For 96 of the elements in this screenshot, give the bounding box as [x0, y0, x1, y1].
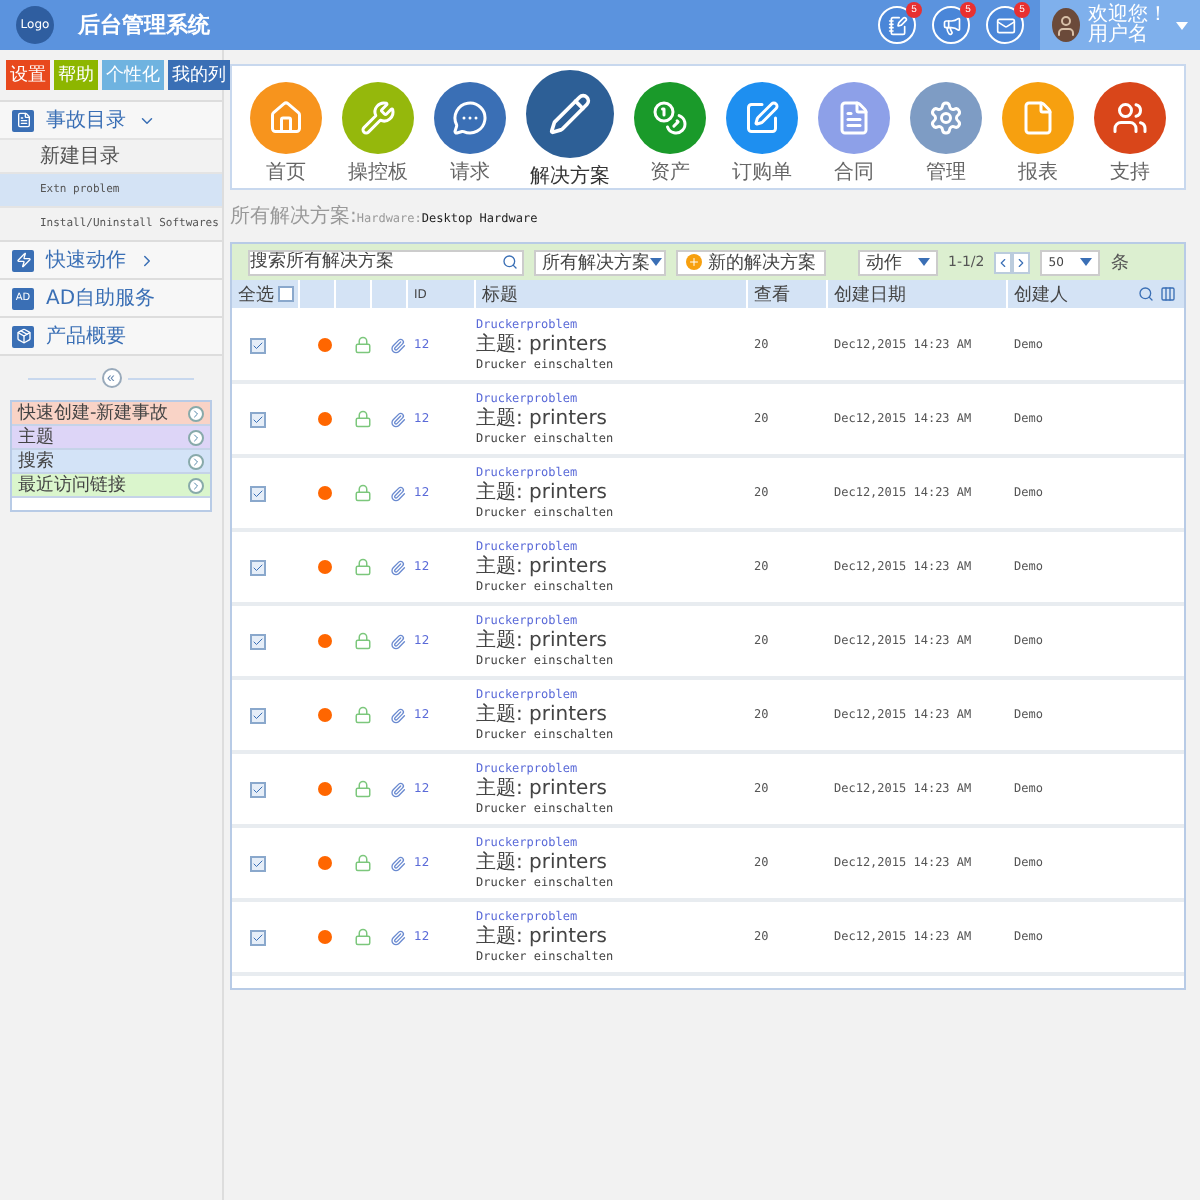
chat-icon[interactable]: [434, 82, 506, 154]
search-icon[interactable]: [502, 253, 518, 269]
row-checkbox[interactable]: [250, 855, 266, 871]
chevron-icon[interactable]: [138, 251, 156, 269]
row-checkbox[interactable]: [250, 337, 266, 353]
module-label[interactable]: 解决方案: [530, 162, 610, 190]
nav-item[interactable]: AD自助服务: [46, 284, 156, 312]
coins-icon[interactable]: [634, 82, 706, 154]
select-all-label: 全选: [238, 283, 274, 307]
columns-icon[interactable]: [1160, 286, 1176, 302]
module-label[interactable]: 订购单: [732, 158, 792, 186]
module-label[interactable]: 资产: [650, 158, 690, 186]
avatar[interactable]: [1052, 8, 1080, 42]
paperclip-icon: [390, 485, 406, 501]
paperclip-icon: [390, 633, 406, 649]
arrow-icon: [188, 405, 204, 421]
sidebar-button[interactable]: 我的列: [168, 60, 230, 90]
unit-text: 条: [1110, 251, 1129, 275]
paperclip-icon: [390, 559, 406, 575]
subject-text: 主题: printers: [476, 334, 608, 356]
megaphone-icon: [941, 15, 961, 35]
lock-icon: [354, 854, 372, 872]
subject-text: 主题: printers: [476, 556, 608, 578]
paperclip-icon: [390, 707, 406, 723]
chevron-left-icon: [996, 255, 1011, 269]
subject-text: 主题: printers: [476, 778, 608, 800]
people-icon[interactable]: [1094, 82, 1166, 154]
quick-link[interactable]: 最近访问链接: [12, 474, 210, 498]
subject-text: 主题: printers: [476, 926, 608, 948]
row-checkbox[interactable]: [250, 781, 266, 797]
paperclip-icon: [390, 855, 406, 871]
arrow-icon: [188, 429, 204, 445]
pencil-icon[interactable]: [526, 70, 614, 158]
arrow-icon: [188, 477, 204, 493]
select-all-checkbox[interactable]: [278, 286, 294, 302]
subject-text: 主题: printers: [476, 630, 608, 652]
next-button[interactable]: [1012, 251, 1031, 273]
column-header[interactable]: 创建人: [1014, 281, 1068, 307]
column-header[interactable]: 创建日期: [834, 281, 906, 307]
filter-dropdown[interactable]: 所有解决方案: [534, 249, 666, 275]
document-icon[interactable]: [818, 82, 890, 154]
module-label[interactable]: 操控板: [348, 158, 408, 186]
row-checkbox[interactable]: [250, 707, 266, 723]
house-icon[interactable]: [250, 82, 322, 154]
plus-icon: [686, 254, 702, 270]
module-label[interactable]: 合同: [834, 158, 874, 186]
lock-icon: [354, 484, 372, 502]
column-header[interactable]: 查看: [754, 281, 790, 307]
subject-text: 主题: printers: [476, 704, 608, 726]
row-checkbox[interactable]: [250, 559, 266, 575]
row-checkbox[interactable]: [250, 485, 266, 501]
lock-icon: [354, 928, 372, 946]
subject-text: 主题: printers: [476, 852, 608, 874]
form-icon[interactable]: [726, 82, 798, 154]
arrow-icon: [188, 453, 204, 469]
paperclip-icon: [390, 929, 406, 945]
module-label[interactable]: 报表: [1018, 158, 1058, 186]
lock-icon: [354, 632, 372, 650]
previous-button[interactable]: [994, 251, 1013, 273]
app-title: 后台管理系统: [78, 10, 212, 40]
search-icon[interactable]: [1138, 286, 1154, 302]
row-checkbox[interactable]: [250, 411, 266, 427]
greeting-text: 欢迎您！: [1088, 5, 1168, 25]
row-checkbox[interactable]: [250, 633, 266, 649]
row-checkbox[interactable]: [250, 929, 266, 945]
module-label[interactable]: 管理: [926, 158, 966, 186]
package-icon: [12, 325, 34, 347]
module-label[interactable]: 支持: [1110, 158, 1150, 186]
subject-text: 主题: printers: [476, 408, 608, 430]
caret-icon[interactable]: [1176, 21, 1188, 29]
lightning-icon: [12, 249, 34, 271]
paperclip-icon: [390, 337, 406, 353]
column-header[interactable]: 标题: [482, 281, 518, 307]
module-label[interactable]: 请求: [450, 158, 490, 186]
lock-icon: [354, 780, 372, 798]
quick-link[interactable]: 快速创建-新建事故: [12, 402, 210, 426]
new-solution-button[interactable]: 新的解决方案: [676, 249, 826, 275]
lock-icon: [354, 706, 372, 724]
gear-icon[interactable]: [910, 82, 982, 154]
quick-link[interactable]: 搜索: [12, 450, 210, 474]
quick-link[interactable]: 主题: [12, 426, 210, 450]
subject-text: 主题: printers: [476, 482, 608, 504]
mail-icon: [995, 15, 1015, 35]
document-icon: [12, 109, 34, 131]
sidebar-button[interactable]: 设置: [6, 60, 50, 90]
search-field[interactable]: 搜索所有解决方案: [248, 249, 524, 275]
lock-icon: [354, 336, 372, 354]
action-dropdown[interactable]: 动作: [858, 249, 938, 275]
chevron-right-icon: [1014, 255, 1029, 269]
paperclip-icon: [390, 411, 406, 427]
lock-icon: [354, 410, 372, 428]
paperclip-icon: [390, 781, 406, 797]
notebook-icon: [887, 15, 907, 35]
module-label[interactable]: 首页: [266, 158, 306, 186]
tools-icon[interactable]: [342, 82, 414, 154]
lock-icon: [354, 558, 372, 576]
